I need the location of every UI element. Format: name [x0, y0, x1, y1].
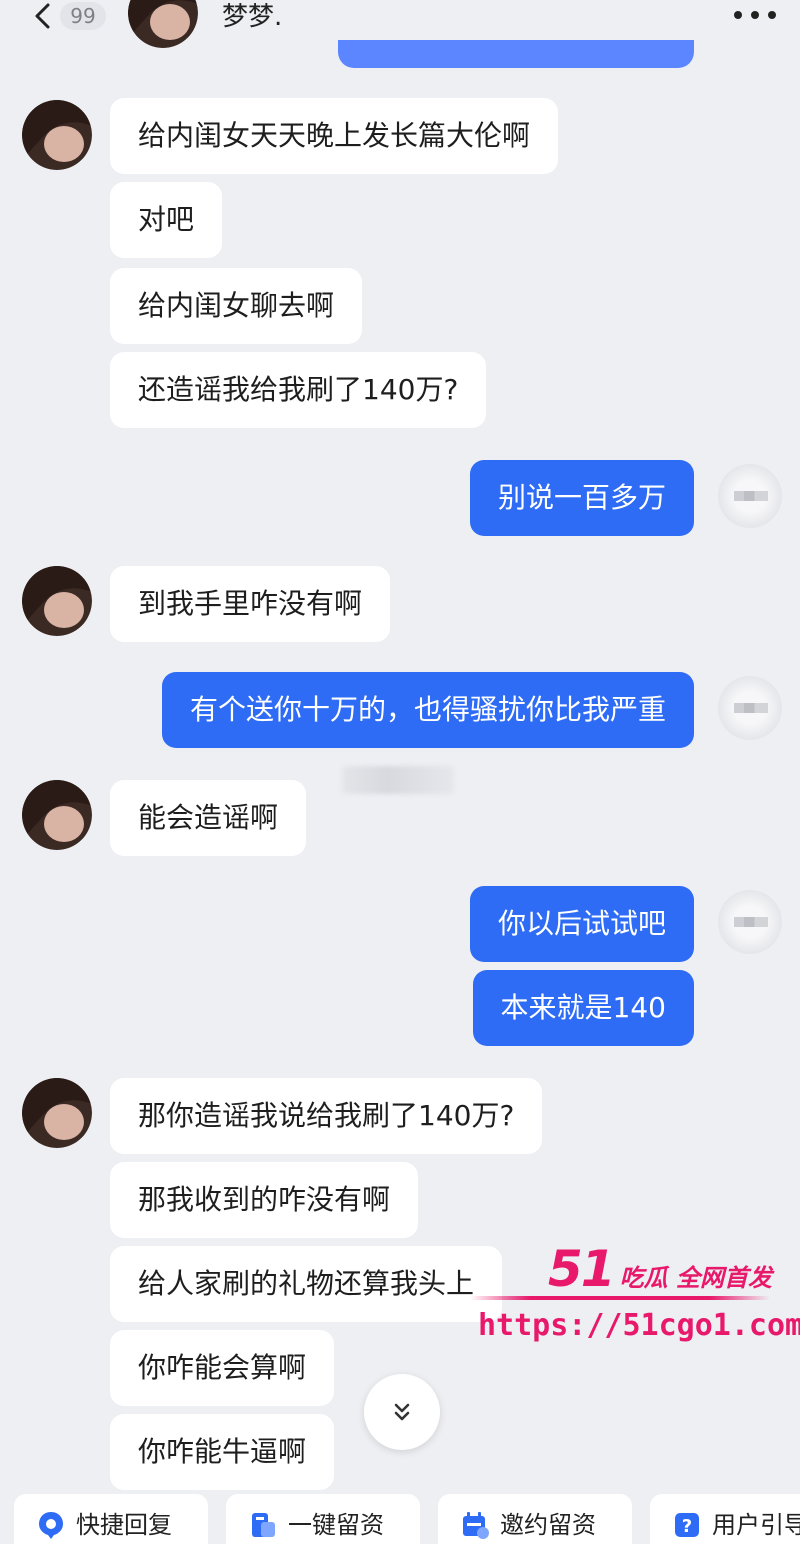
incoming-message[interactable]: 你咋能牛逼啊: [110, 1414, 335, 1490]
sender-avatar[interactable]: [22, 566, 92, 636]
quick-reply-icon: [39, 1512, 63, 1539]
user-guide-label: 用户引导: [712, 1511, 800, 1539]
more-options-icon[interactable]: [732, 8, 778, 22]
outgoing-message[interactable]: 本来就是140: [472, 970, 694, 1046]
incoming-message[interactable]: 你咋能会算啊: [110, 1330, 335, 1406]
quick-reply-label: 快捷回复: [76, 1511, 172, 1539]
timestamp-blurred: [342, 766, 454, 794]
user-guide-button[interactable]: ? 用户引导: [650, 1494, 800, 1544]
chat-header: 99 梦梦.: [0, 0, 800, 48]
invite-lead-label: 邀约留资: [500, 1511, 596, 1539]
chat-screen: 99 梦梦. 给内闺女天天晚上发长篇大伦啊 对吧 给内闺女聊去啊 还造谣我给我刷…: [0, 0, 800, 1544]
outgoing-message[interactable]: 有个送你十万的，也得骚扰你比我严重: [161, 672, 694, 748]
double-chevron-down-icon: [394, 1403, 410, 1421]
lead-form-label: 一键留资: [288, 1511, 384, 1539]
read-status-mark: [718, 676, 782, 740]
quick-reply-button[interactable]: 快捷回复: [14, 1494, 208, 1544]
watermark-url: https://51cgo1.com: [478, 1308, 800, 1343]
invite-lead-button[interactable]: 邀约留资: [438, 1494, 632, 1544]
outgoing-message[interactable]: 别说一百多万: [469, 460, 694, 536]
incoming-message[interactable]: 还造谣我给我刷了140万?: [110, 352, 487, 428]
sender-avatar[interactable]: [22, 100, 92, 170]
read-status-mark: [718, 464, 782, 528]
svg-text:?: ?: [682, 1516, 692, 1537]
contact-name: 梦梦.: [222, 2, 283, 32]
incoming-message[interactable]: 能会造谣啊: [110, 780, 307, 856]
sender-avatar[interactable]: [22, 1078, 92, 1148]
incoming-message[interactable]: 给内闺女天天晚上发长篇大伦啊: [110, 98, 559, 174]
watermark-text: 吃瓜 全网首发: [619, 1264, 772, 1292]
lead-form-button[interactable]: 一键留资: [226, 1494, 420, 1544]
contact-avatar[interactable]: [128, 0, 198, 48]
incoming-message[interactable]: 对吧: [110, 182, 223, 258]
unread-count-badge[interactable]: 99: [60, 2, 106, 30]
invite-calendar-icon: [463, 1512, 489, 1539]
read-status-mark: [718, 890, 782, 954]
incoming-message[interactable]: 到我手里咋没有啊: [110, 566, 391, 642]
watermark-number: 51: [548, 1240, 616, 1298]
outgoing-message[interactable]: 你以后试试吧: [469, 886, 694, 962]
sender-avatar[interactable]: [22, 780, 92, 850]
back-icon[interactable]: [30, 2, 56, 30]
help-icon: ?: [675, 1513, 699, 1537]
lead-form-icon: [252, 1513, 275, 1537]
previous-message-bubble: [338, 40, 694, 68]
incoming-message[interactable]: 那我收到的咋没有啊: [110, 1162, 419, 1238]
incoming-message[interactable]: 给人家刷的礼物还算我头上: [110, 1246, 503, 1322]
incoming-message[interactable]: 那你造谣我说给我刷了140万?: [110, 1078, 543, 1154]
quick-action-bar: 快捷回复 一键留资 邀约留资 ? 用户引导: [0, 1494, 800, 1544]
watermark-divider: [470, 1296, 770, 1300]
watermark-brand: 51 吃瓜 全网首发: [548, 1240, 772, 1298]
scroll-to-bottom-button[interactable]: [364, 1374, 440, 1450]
incoming-message[interactable]: 给内闺女聊去啊: [110, 268, 363, 344]
